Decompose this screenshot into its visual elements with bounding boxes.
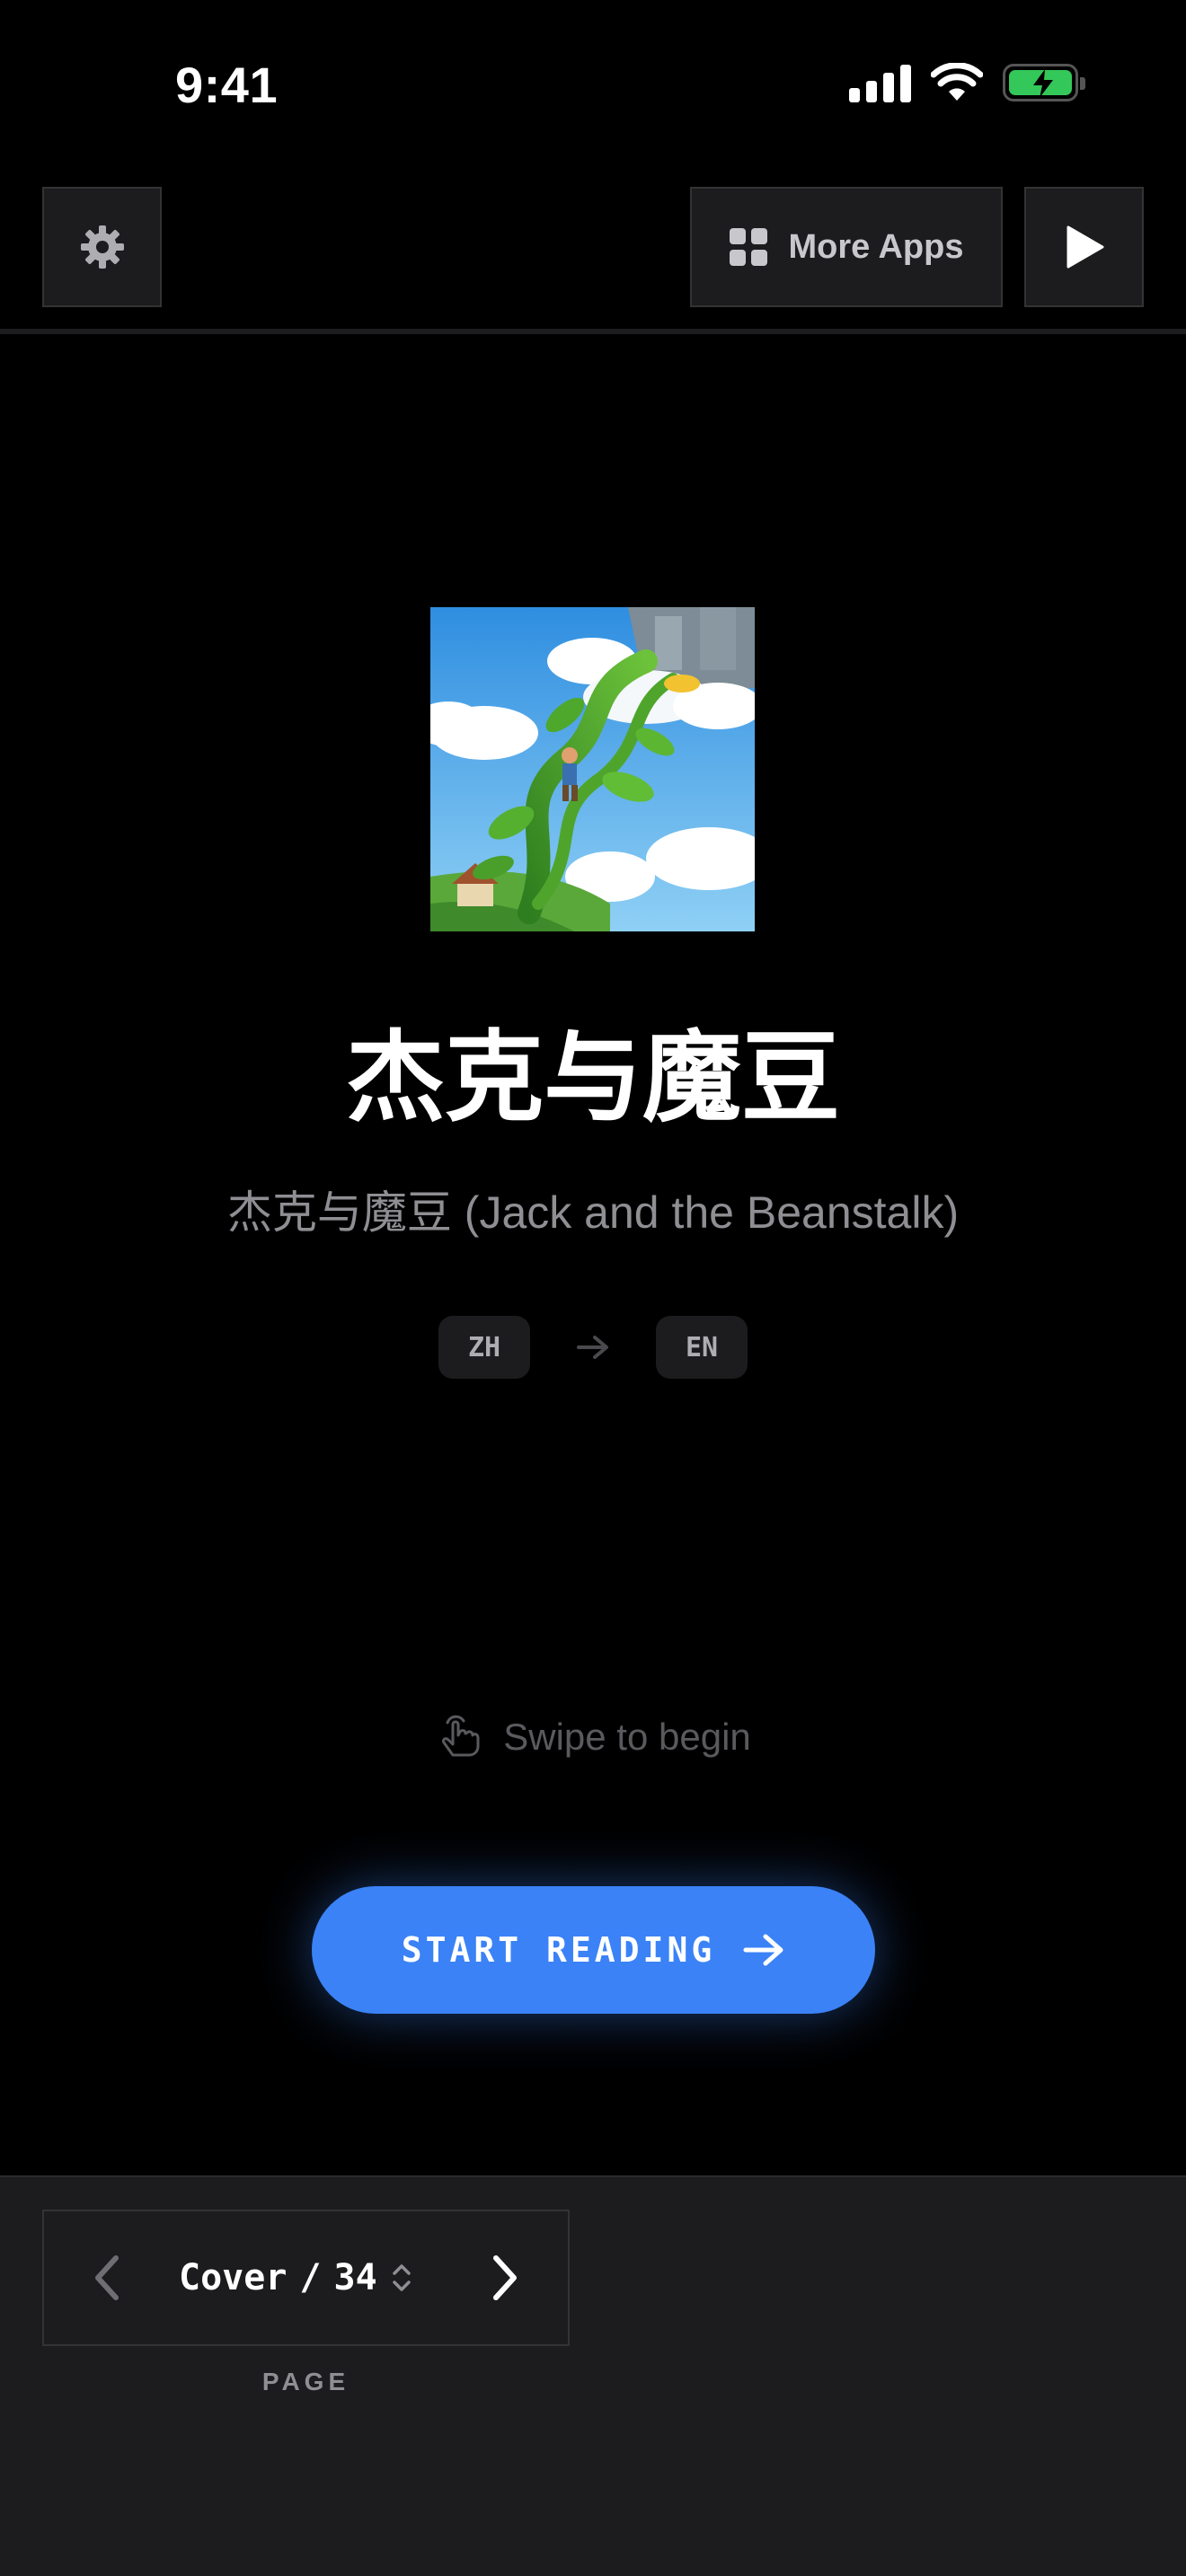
swipe-hint: Swipe to begin	[0, 1714, 1186, 1760]
settings-button[interactable]	[42, 187, 162, 307]
target-language-badge: EN	[656, 1316, 748, 1379]
book-subtitle: 杰克与魔豆 (Jack and the Beanstalk)	[226, 1187, 960, 1238]
more-apps-label: More Apps	[788, 227, 964, 266]
arrow-right-icon	[743, 1934, 783, 1966]
page-separator: /	[299, 2257, 322, 2298]
book-title: 杰克与魔豆	[346, 1023, 840, 1134]
arrow-right-icon	[575, 1333, 611, 1362]
page-label: PAGE	[261, 2368, 350, 2395]
top-toolbar: More Apps	[0, 187, 1186, 307]
play-button[interactable]	[1024, 187, 1144, 307]
bottom-panel: Cover / 34 PAGE	[0, 2175, 1186, 2576]
cellular-signal-icon	[849, 63, 911, 102]
start-reading-label: START READING	[401, 1930, 716, 1970]
current-page: Cover	[179, 2257, 288, 2298]
chevron-left-icon	[95, 2255, 119, 2300]
total-pages: 34	[333, 2257, 377, 2298]
next-page-button[interactable]	[487, 2253, 523, 2307]
status-time: 9:41	[175, 57, 279, 113]
source-language-badge: ZH	[438, 1316, 530, 1379]
more-apps-button[interactable]: More Apps	[690, 187, 1003, 307]
chevron-up-down-icon	[392, 2264, 411, 2291]
gear-icon	[80, 225, 124, 269]
wifi-icon	[931, 63, 983, 101]
page-selector[interactable]: Cover / 34	[179, 2211, 413, 2344]
grid-icon	[729, 228, 767, 266]
book-cover-image	[430, 607, 755, 931]
page-navigator: Cover / 34	[42, 2210, 570, 2346]
swipe-hint-label: Swipe to begin	[503, 1716, 751, 1758]
status-bar: 9:41	[0, 0, 1186, 171]
chevron-right-icon	[493, 2255, 517, 2300]
battery-icon	[1003, 64, 1085, 101]
hand-tap-icon	[442, 1715, 480, 1757]
status-icons	[849, 63, 1085, 102]
reader-screen: 9:41 More Apps 杰克与魔豆 杰克与魔豆 (Jack and the…	[0, 0, 1186, 2576]
toolbar-divider	[0, 329, 1186, 334]
play-icon	[1067, 225, 1103, 269]
start-reading-button[interactable]: START READING	[312, 1886, 875, 2014]
language-pair: ZH EN	[0, 1316, 1186, 1379]
previous-page-button[interactable]	[89, 2253, 125, 2307]
